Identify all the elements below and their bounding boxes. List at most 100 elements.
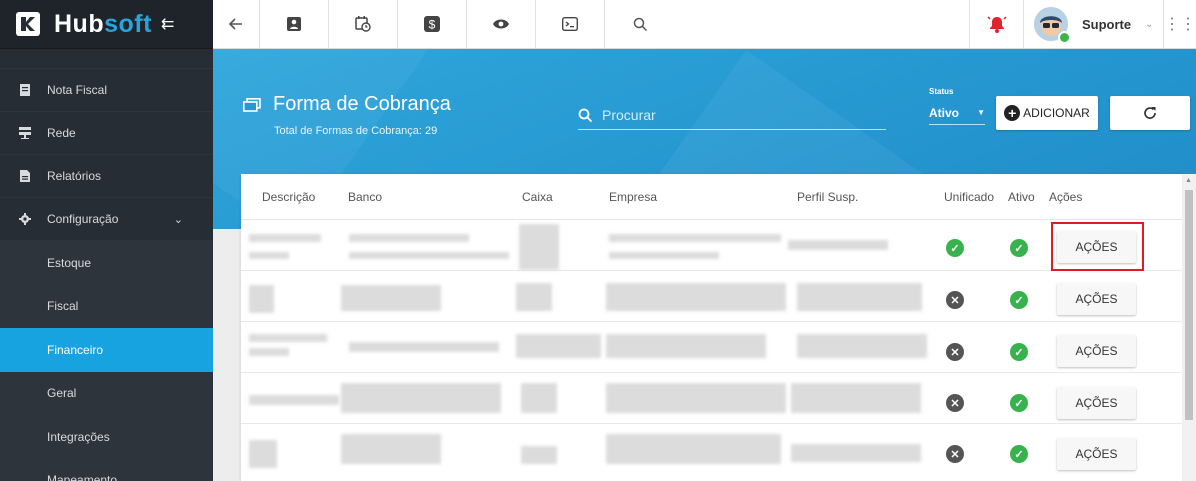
scroll-up-icon[interactable]: ▲	[1185, 177, 1192, 184]
global-search-button[interactable]	[605, 0, 674, 48]
brand-header: Hubsoft ⇇	[0, 0, 213, 49]
user-name: Suporte	[1082, 16, 1132, 32]
add-button[interactable]: + ADICIONAR	[996, 96, 1098, 130]
top-toolbar: $ Suporte ⌄ ⋮⋮	[213, 0, 1196, 49]
col-empresa[interactable]: Empresa	[609, 190, 657, 204]
status-value: Ativo	[929, 105, 959, 120]
acoes-button[interactable]: AÇÕES	[1057, 335, 1136, 367]
page-subtitle: Total de Formas de Cobrança: 29	[274, 125, 438, 137]
redacted-text	[521, 383, 557, 413]
col-acoes: Ações	[1049, 190, 1083, 204]
redacted-text	[606, 383, 786, 413]
redacted-text	[349, 342, 499, 352]
dropdown-arrow-icon: ▼	[977, 108, 985, 117]
report-icon	[18, 170, 32, 182]
sidebar: Hubsoft ⇇ Nota Fiscal Rede Relatórios Co…	[0, 0, 213, 481]
unificado-yes-icon: ✓	[946, 239, 964, 257]
sidebar-item-configuracao[interactable]: Configuração ⌄	[0, 198, 213, 241]
sidebar-subitem-mapeamento[interactable]: Mapeamento	[0, 458, 213, 481]
acoes-button[interactable]: AÇÕES	[1057, 387, 1136, 419]
unificado-no-icon: ✕	[946, 394, 964, 412]
search-field[interactable]	[578, 100, 886, 130]
collapse-menu-icon[interactable]: ⇇	[161, 14, 174, 34]
brand-name: Hubsoft	[54, 9, 152, 38]
unificado-no-icon: ✕	[946, 445, 964, 463]
status-select[interactable]: Ativo ▼	[929, 101, 985, 125]
unificado-no-icon: ✕	[946, 291, 964, 309]
dollar-icon: $	[424, 16, 440, 32]
svg-text:$: $	[429, 18, 436, 32]
table-row[interactable]: ✕ ✓ AÇÕES	[241, 322, 1182, 373]
sidebar-item-rede[interactable]: Rede	[0, 112, 213, 155]
col-caixa[interactable]: Caixa	[522, 190, 553, 204]
plus-circle-icon: +	[1004, 105, 1021, 121]
sidebar-subitem-estoque[interactable]: Estoque	[0, 241, 213, 285]
table-row[interactable]: ✕ ✓ AÇÕES	[241, 373, 1182, 424]
invoice-icon	[18, 84, 32, 96]
redacted-text	[797, 283, 922, 311]
redacted-text	[349, 252, 509, 259]
notifications-button[interactable]	[970, 0, 1024, 48]
toolbar-spacer	[674, 0, 970, 48]
vertical-scrollbar[interactable]: ▲	[1182, 174, 1196, 481]
redacted-text	[606, 434, 781, 464]
ativo-yes-icon: ✓	[1010, 445, 1028, 463]
refresh-icon	[1144, 107, 1156, 119]
sidebar-subitem-financeiro[interactable]: Financeiro	[0, 328, 213, 372]
schedule-button[interactable]	[329, 0, 398, 48]
redacted-text	[516, 334, 601, 358]
scrollbar-thumb[interactable]	[1185, 190, 1193, 420]
window-stack-icon	[243, 97, 261, 112]
status-filter[interactable]: Status Ativo ▼	[929, 87, 985, 125]
terminal-button[interactable]	[536, 0, 605, 48]
refresh-button[interactable]	[1110, 96, 1190, 130]
finance-button[interactable]: $	[398, 0, 467, 48]
ativo-yes-icon: ✓	[1010, 343, 1028, 361]
acoes-button[interactable]: AÇÕES	[1057, 438, 1136, 470]
redacted-text	[519, 224, 559, 270]
redacted-text	[249, 348, 289, 356]
user-menu[interactable]: Suporte ⌄	[1024, 0, 1164, 48]
redacted-text	[609, 234, 781, 242]
contacts-button[interactable]	[260, 0, 329, 48]
sidebar-item-label: Relatórios	[47, 169, 102, 183]
menu-separator	[0, 49, 213, 69]
redacted-text	[797, 334, 927, 358]
redacted-text	[249, 440, 277, 468]
col-banco[interactable]: Banco	[348, 190, 382, 204]
col-perfil-susp[interactable]: Perfil Susp.	[797, 190, 858, 204]
table-card: Descrição Banco Caixa Empresa Perfil Sus…	[241, 174, 1182, 481]
sidebar-subitem-integracoes[interactable]: Integrações	[0, 415, 213, 459]
sidebar-subitem-fiscal[interactable]: Fiscal	[0, 284, 213, 328]
redacted-text	[341, 383, 501, 413]
ativo-yes-icon: ✓	[1010, 394, 1028, 412]
calendar-clock-icon	[355, 16, 371, 32]
col-descricao[interactable]: Descrição	[262, 190, 315, 204]
redacted-text	[606, 334, 766, 358]
sidebar-item-relatorios[interactable]: Relatórios	[0, 155, 213, 198]
eye-icon	[493, 19, 509, 29]
view-button[interactable]	[467, 0, 536, 48]
redacted-text	[249, 395, 339, 405]
hubsoft-logo-icon	[16, 12, 40, 36]
page-title-text: Forma de Cobrança	[273, 93, 451, 115]
alarm-bell-icon	[986, 16, 1007, 33]
status-label: Status	[929, 87, 954, 96]
sidebar-subitem-geral[interactable]: Geral	[0, 371, 213, 415]
table-row[interactable]: ✕ ✓ AÇÕES	[241, 424, 1182, 475]
sidebar-item-nota-fiscal[interactable]: Nota Fiscal	[0, 69, 213, 112]
search-input[interactable]	[602, 106, 862, 123]
col-ativo[interactable]: Ativo	[1008, 190, 1035, 204]
terminal-icon	[562, 17, 578, 31]
col-unificado[interactable]: Unificado	[944, 190, 994, 204]
apps-grid-icon[interactable]: ⋮⋮	[1164, 0, 1196, 48]
gear-icon	[18, 213, 32, 225]
table-row[interactable]: ✕ ✓ AÇÕES	[241, 271, 1182, 322]
network-icon	[18, 127, 32, 139]
redacted-text	[341, 285, 441, 311]
chevron-down-icon: ⌄	[173, 213, 183, 226]
avatar	[1034, 7, 1071, 44]
back-button[interactable]	[213, 0, 260, 48]
acoes-button[interactable]: AÇÕES	[1057, 283, 1136, 315]
table-row[interactable]: ✓ ✓ AÇÕES	[241, 220, 1182, 271]
